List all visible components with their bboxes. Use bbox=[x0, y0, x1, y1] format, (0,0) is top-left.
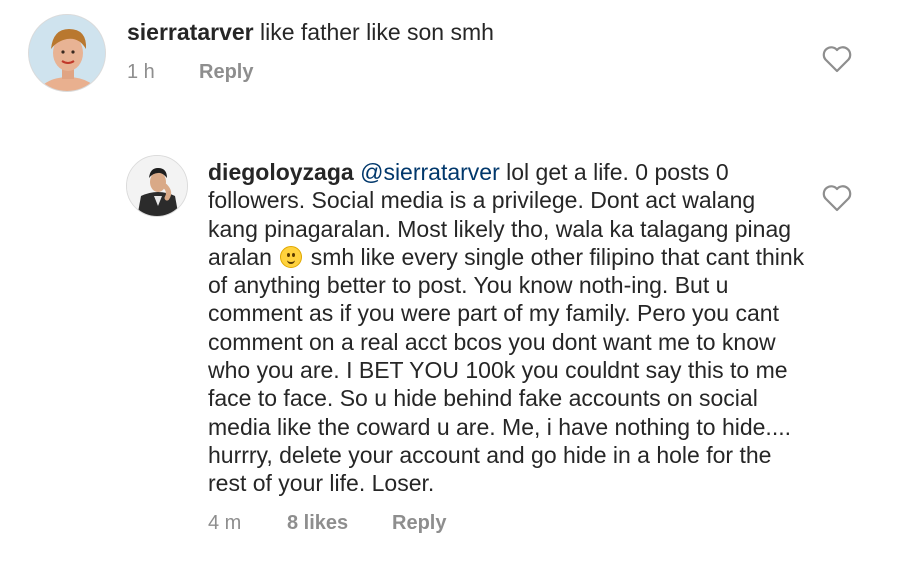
heart-outline-icon[interactable] bbox=[822, 45, 852, 73]
slightly-smiling-face-icon bbox=[280, 245, 303, 268]
avatar[interactable] bbox=[126, 155, 188, 217]
reply-button[interactable]: Reply bbox=[392, 512, 446, 535]
avatar-photo bbox=[29, 15, 105, 91]
likes-count-button[interactable]: 8 likes bbox=[287, 512, 348, 535]
comment-username[interactable]: diegoloyzaga bbox=[208, 159, 354, 185]
mention-link[interactable]: @sierratarver bbox=[360, 159, 500, 185]
comment-text: diegoloyzaga @sierratarver lol get a lif… bbox=[208, 158, 808, 498]
reply-button[interactable]: Reply bbox=[199, 61, 253, 84]
comment-body-part2: smh like every single other filipino tha… bbox=[208, 243, 805, 497]
comment-username[interactable]: sierratarver bbox=[127, 19, 254, 45]
avatar-photo bbox=[127, 156, 187, 216]
comment-time: 4 m bbox=[208, 512, 242, 534]
comment-reply: diegoloyzaga @sierratarver lol get a lif… bbox=[0, 140, 900, 560]
comment-body: like father like son smh bbox=[260, 19, 494, 45]
comment: sierratarver like father like son smh 1 … bbox=[0, 0, 900, 120]
comment-time: 1 h bbox=[127, 61, 155, 83]
comment-text: sierratarver like father like son smh bbox=[127, 18, 787, 46]
heart-outline-icon[interactable] bbox=[822, 184, 852, 212]
avatar[interactable] bbox=[28, 14, 106, 92]
